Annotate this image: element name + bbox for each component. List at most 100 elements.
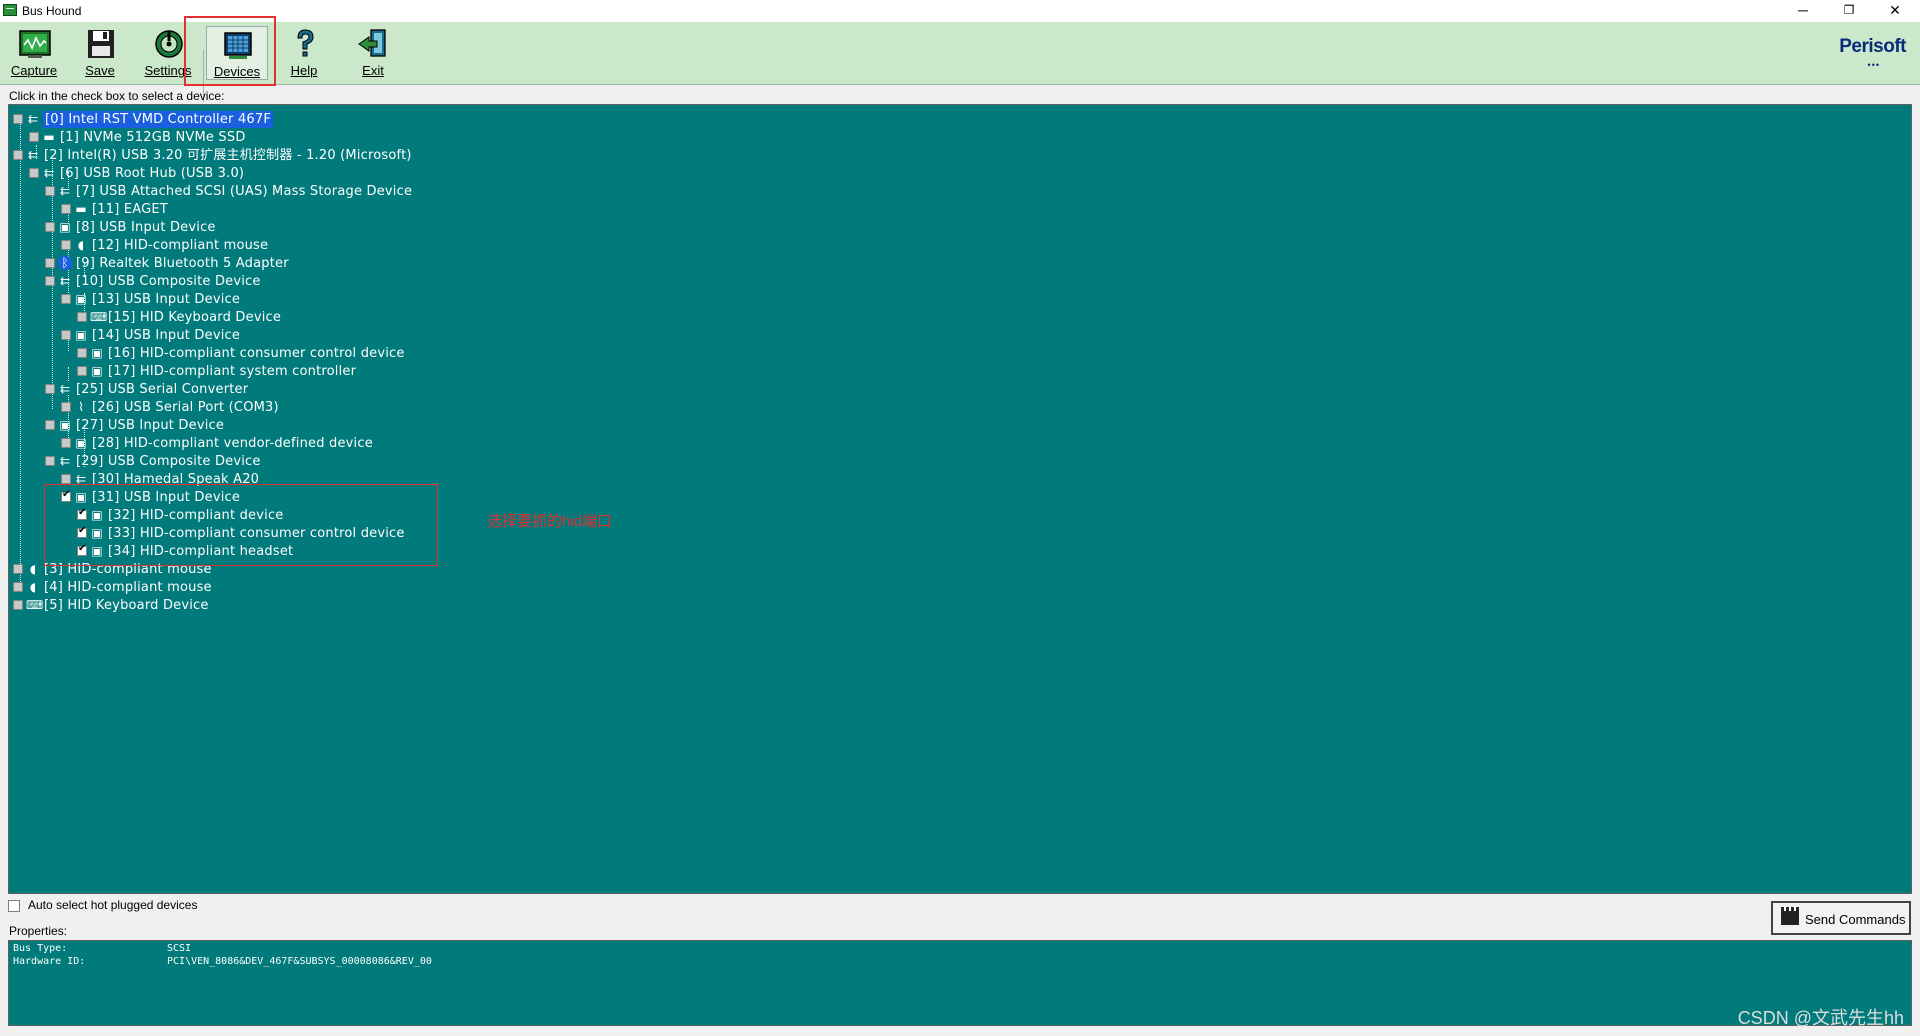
watermark: CSDN @文武先生hh: [1737, 1008, 1904, 1028]
hid-icon: ▣: [59, 220, 71, 234]
device-label: [17] HID-compliant system controller: [108, 364, 357, 379]
tree-connector: [68, 367, 69, 381]
help-button[interactable]: Help: [274, 26, 334, 80]
device-checkbox[interactable]: [77, 366, 87, 376]
device-checkbox[interactable]: [13, 600, 23, 610]
device-checkbox[interactable]: [45, 258, 55, 268]
clapperboard-icon: [1781, 907, 1799, 925]
auto-select-label: Auto select hot plugged devices: [28, 898, 198, 912]
usb-icon: ⇇: [27, 112, 39, 126]
device-checkbox[interactable]: [45, 456, 55, 466]
device-checkbox[interactable]: [61, 294, 71, 304]
device-checkbox[interactable]: [61, 438, 71, 448]
auto-select-option[interactable]: Auto select hot plugged devices: [8, 898, 197, 912]
device-checkbox[interactable]: [61, 330, 71, 340]
hid-icon: ▣: [91, 346, 103, 360]
device-label: [11] EAGET: [92, 202, 168, 217]
annotation-text: 选择要抓的hid端口: [487, 513, 613, 530]
hid-icon: ▣: [75, 292, 87, 306]
device-checkbox[interactable]: [45, 186, 55, 196]
toolbar: Capture Save Settings Devices Help Exit …: [0, 22, 1920, 102]
capture-label: Capture: [10, 63, 58, 78]
help-question-icon: [297, 29, 314, 57]
usb-icon: ⇇: [59, 454, 71, 468]
usb-icon: ⇇: [59, 184, 71, 198]
device-label: [16] HID-compliant consumer control devi…: [108, 346, 405, 361]
exit-door-icon: [358, 29, 386, 57]
device-label: [26] USB Serial Port (COM3): [92, 400, 279, 415]
device-label: [28] HID-compliant vendor-defined device: [92, 436, 373, 451]
close-button[interactable]: ✕: [1872, 0, 1918, 22]
capture-button[interactable]: Capture: [4, 26, 64, 80]
device-label: [0] Intel RST VMD Controller 467F: [43, 111, 274, 128]
hid-icon: ▣: [75, 328, 87, 342]
auto-select-checkbox[interactable]: [8, 899, 20, 912]
restore-button[interactable]: ❐: [1826, 0, 1872, 22]
device-checkbox[interactable]: [13, 114, 23, 124]
device-checkbox[interactable]: [13, 150, 23, 160]
device-checkbox[interactable]: [77, 348, 87, 358]
property-key: Bus Type:: [13, 943, 68, 954]
device-label: [4] HID-compliant mouse: [44, 580, 212, 595]
send-commands-label: Send Commands: [1805, 912, 1906, 927]
device-checkbox[interactable]: [61, 204, 71, 214]
floppy-icon: [88, 30, 114, 58]
device-label: [25] USB Serial Converter: [76, 382, 249, 397]
save-label: Save: [85, 63, 115, 78]
device-select-hint: Click in the check box to select a devic…: [9, 89, 225, 103]
window-title: Bus Hound: [22, 4, 82, 18]
save-button[interactable]: Save: [70, 26, 130, 80]
logo-dots: •••: [1867, 60, 1880, 70]
capture-icon: [19, 30, 51, 58]
device-checkbox[interactable]: [45, 420, 55, 430]
usb-icon: ⇇: [43, 166, 55, 180]
device-checkbox[interactable]: [45, 384, 55, 394]
device-label: [15] HID Keyboard Device: [108, 310, 282, 325]
properties-panel: Bus Type: SCSI Hardware ID: PCI\VEN_8086…: [8, 940, 1912, 1026]
hid-selection-box: [44, 484, 438, 566]
serial-icon: ⌇: [78, 400, 84, 414]
keyboard-icon: ⌨: [90, 310, 108, 324]
device-checkbox[interactable]: [29, 132, 39, 142]
bluetooth-icon: ᛒ: [58, 256, 72, 270]
device-label: [14] USB Input Device: [92, 328, 241, 343]
hid-icon: ▣: [59, 418, 71, 432]
usb-icon: ⇇: [59, 274, 71, 288]
mouse-icon: ◖: [29, 580, 37, 594]
device-label: [8] USB Input Device: [76, 220, 216, 235]
perisoft-logo: Perisoft: [1839, 36, 1906, 57]
devices-highlight-box: [184, 16, 276, 86]
keyboard-icon: ⌨: [26, 598, 44, 612]
device-checkbox[interactable]: [61, 402, 71, 412]
device-checkbox[interactable]: [45, 276, 55, 286]
device-label: [1] NVMe 512GB NVMe SSD: [60, 130, 246, 145]
device-checkbox[interactable]: [29, 168, 39, 178]
disk-icon: ▬: [43, 130, 55, 144]
device-checkbox[interactable]: [13, 564, 23, 574]
exit-button[interactable]: Exit: [343, 26, 403, 80]
app-icon: [3, 4, 17, 16]
property-value: SCSI: [167, 943, 192, 954]
device-checkbox[interactable]: [13, 582, 23, 592]
device-label: [27] USB Input Device: [76, 418, 225, 433]
send-commands-button[interactable]: Send Commands: [1771, 901, 1911, 935]
minimize-button[interactable]: ─: [1780, 0, 1826, 22]
help-label: Help: [290, 63, 318, 78]
device-label: [12] HID-compliant mouse: [92, 238, 269, 253]
device-label: [10] USB Composite Device: [76, 274, 261, 289]
usb-icon: ⇇: [59, 382, 71, 396]
disk-icon: ▬: [75, 202, 87, 216]
property-key: Hardware ID:: [13, 956, 86, 967]
device-checkbox[interactable]: [61, 240, 71, 250]
device-checkbox[interactable]: [45, 222, 55, 232]
device-label: [5] HID Keyboard Device: [44, 598, 209, 613]
property-value: PCI\VEN_8086&DEV_467F&SUBSYS_00008086&RE…: [167, 956, 432, 967]
properties-label: Properties:: [9, 924, 68, 938]
tree-connector: [20, 137, 21, 592]
exit-label: Exit: [362, 63, 384, 78]
device-checkbox[interactable]: [77, 312, 87, 322]
device-checkbox[interactable]: [61, 474, 71, 484]
hid-icon: ▣: [91, 364, 103, 378]
usb-icon: ⇇: [27, 148, 39, 162]
device-label: [13] USB Input Device: [92, 292, 241, 307]
